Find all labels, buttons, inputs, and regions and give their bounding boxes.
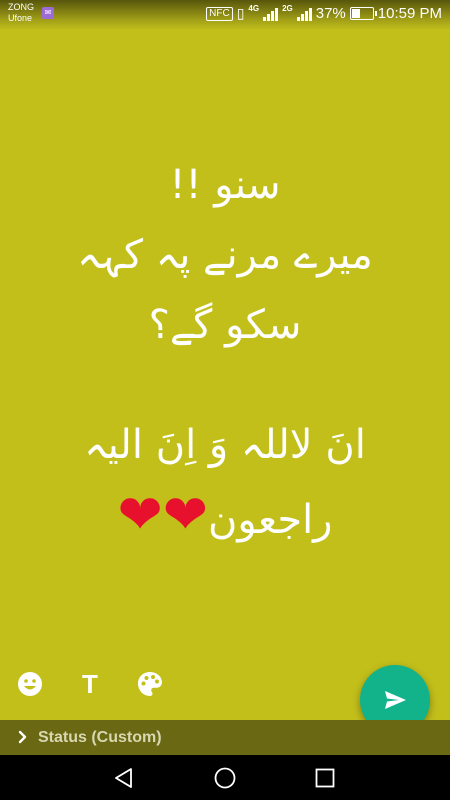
status-line-2: میرے مرنے پہ کہہ (77, 232, 373, 278)
status-line-1: سنو !! (169, 162, 281, 208)
back-icon[interactable] (112, 766, 136, 790)
carrier-1: ZONG (8, 2, 34, 12)
palette-icon (138, 672, 162, 696)
status-line-3: سکو گے؟ (148, 302, 302, 348)
emoji-button[interactable] (14, 668, 46, 700)
vibrate-icon: ▯ (236, 5, 245, 21)
notification-icon: ✉ (42, 7, 54, 19)
system-navigation-bar (0, 755, 450, 800)
battery-icon (349, 7, 377, 20)
status-text-content[interactable]: سنو !! میرے مرنے پہ کہہ سکو گے؟ انَ لالل… (20, 150, 430, 555)
network-4g-label: 4G (248, 4, 260, 13)
system-status-bar: ZONG Ufone ✉ NFC ▯ 4G 2G 37% 10:59 PM (0, 0, 450, 30)
heart-emoji: ❤❤ (117, 483, 209, 546)
network-2g-label: 2G (282, 4, 293, 13)
text-icon: T (82, 668, 98, 699)
signal-1-icon (263, 7, 279, 21)
status-privacy-bar[interactable]: Status (Custom) (0, 720, 450, 755)
emoji-icon (18, 672, 42, 696)
clock: 10:59 PM (377, 5, 442, 22)
home-icon[interactable] (213, 766, 237, 790)
recents-icon[interactable] (313, 766, 337, 790)
battery-percent: 37% (315, 5, 346, 22)
status-privacy-label: Status (Custom) (38, 729, 162, 746)
status-line-4: انَ لاللہ وَ اِنَ الیہ (84, 422, 366, 468)
status-icons: NFC ▯ 4G 2G 37% 10:59 PM (206, 4, 442, 22)
carrier-names: ZONG Ufone (8, 2, 34, 24)
status-line-5-wrapper: راجعون❤❤ (20, 480, 430, 555)
text-style-button[interactable]: T (74, 668, 106, 700)
carrier-2: Ufone (8, 13, 33, 23)
nfc-icon: NFC (206, 6, 233, 21)
chevron-right-icon (18, 730, 27, 744)
signal-2-icon (296, 7, 312, 21)
status-line-5: راجعون (208, 497, 333, 543)
status-composer-screen: ZONG Ufone ✉ NFC ▯ 4G 2G 37% 10:59 PM سن… (0, 0, 450, 800)
status-blank-line (20, 360, 430, 410)
battery-level-fill (351, 9, 360, 18)
send-icon (385, 691, 406, 709)
background-color-button[interactable] (134, 668, 166, 700)
